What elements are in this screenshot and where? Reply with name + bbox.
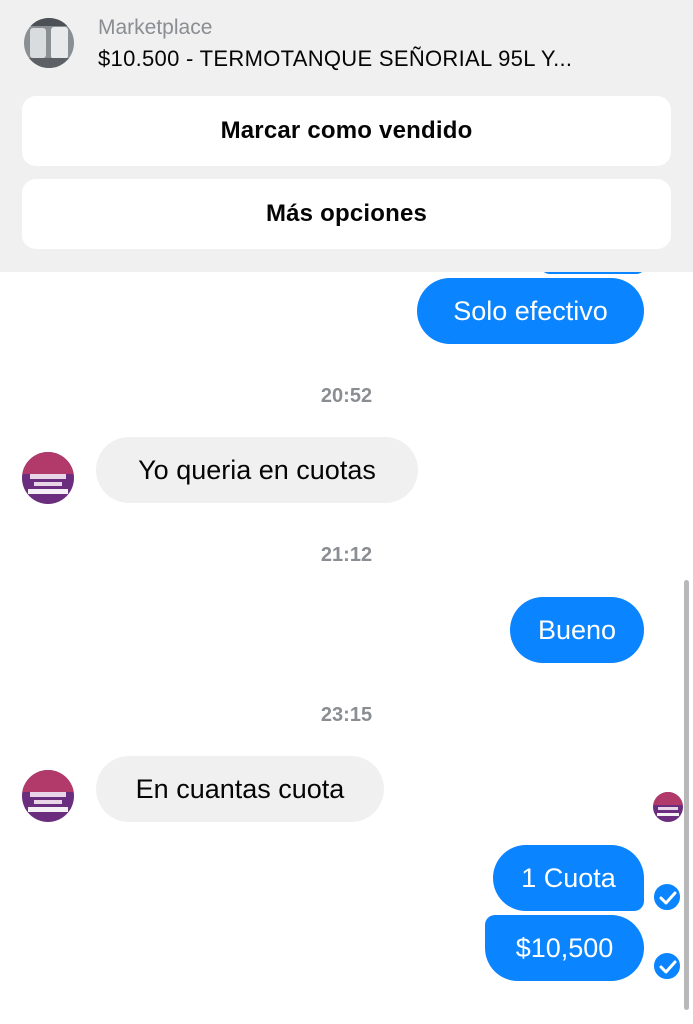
incoming-message[interactable]: Yo queria en cuotas xyxy=(96,437,418,503)
mark-sold-button[interactable]: Marcar como vendido xyxy=(22,96,671,166)
message-text: En cuantas cuota xyxy=(135,773,345,804)
incoming-message[interactable]: En cuantas cuota xyxy=(96,756,384,822)
outgoing-message[interactable]: 1 Cuota xyxy=(493,845,644,911)
message-text: Solo efectivo xyxy=(453,295,608,326)
chat-screen: Solo efectivo 20:52 Yo queria en cuotas … xyxy=(0,0,693,1024)
outgoing-message[interactable]: Bueno xyxy=(510,597,644,663)
delivered-check-icon xyxy=(652,951,682,981)
marketplace-header: Marketplace $10.500 - TERMOTANQUE SEÑORI… xyxy=(0,0,693,272)
timestamp: 21:12 xyxy=(320,544,373,566)
message-text: Yo queria en cuotas xyxy=(138,454,376,485)
more-options-button[interactable]: Más opciones xyxy=(22,179,671,249)
listing-thumbnail[interactable] xyxy=(24,18,74,68)
timestamp: 20:52 xyxy=(320,385,373,407)
message-text: $10,500 xyxy=(515,932,614,963)
outgoing-message[interactable]: $10,500 xyxy=(485,915,644,981)
contact-avatar[interactable] xyxy=(22,770,74,822)
scrollbar[interactable] xyxy=(684,580,689,1010)
listing-title[interactable]: $10.500 - TERMOTANQUE SEÑORIAL 95L Y... xyxy=(98,46,658,72)
seen-avatar xyxy=(653,792,683,822)
message-text: Bueno xyxy=(537,614,617,645)
timestamp: 23:15 xyxy=(320,704,373,726)
mark-sold-label: Marcar como vendido xyxy=(220,117,473,144)
contact-avatar[interactable] xyxy=(22,452,74,504)
message-text: 1 Cuota xyxy=(521,862,616,893)
outgoing-message[interactable]: Solo efectivo xyxy=(417,278,644,344)
delivered-check-icon xyxy=(652,882,682,912)
more-options-label: Más opciones xyxy=(265,200,428,227)
marketplace-label: Marketplace xyxy=(98,16,213,39)
